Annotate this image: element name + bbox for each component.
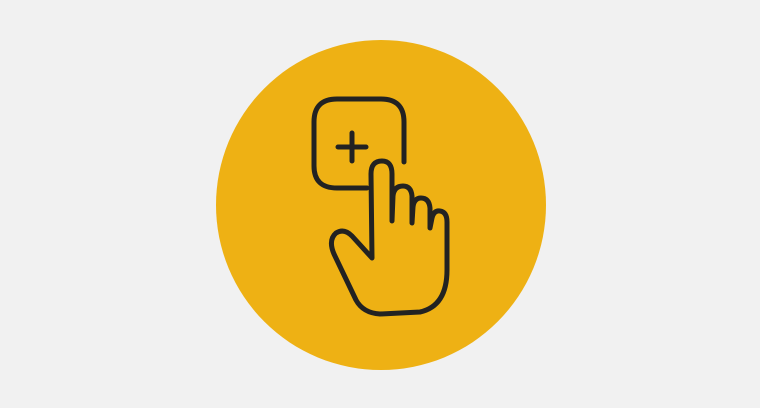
pointing-hand-icon — [328, 158, 450, 317]
illustration-canvas — [0, 0, 760, 408]
plus-sign-icon — [335, 130, 369, 164]
hand-tap-add-icon — [311, 96, 450, 317]
